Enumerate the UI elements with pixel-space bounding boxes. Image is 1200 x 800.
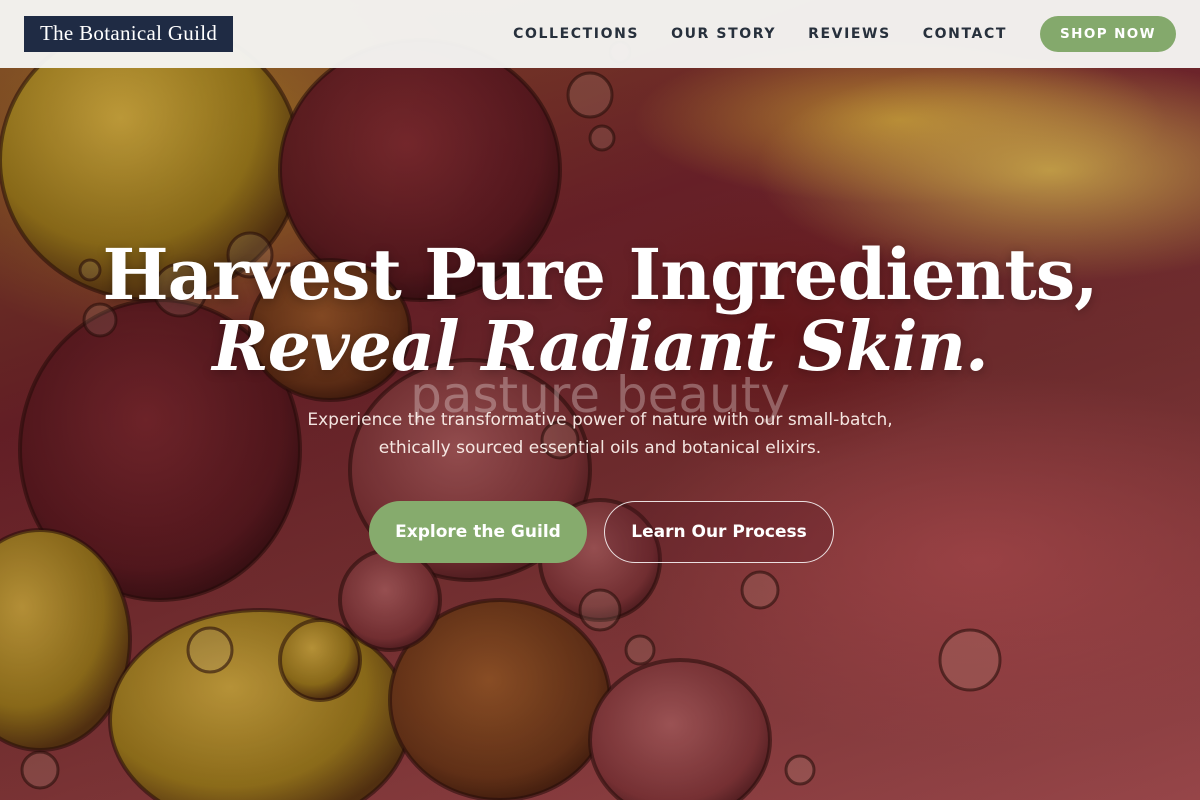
shop-now-button[interactable]: SHOP NOW (1040, 16, 1176, 52)
site-header: The Botanical Guild COLLECTIONS OUR STOR… (0, 0, 1200, 68)
brand-logo[interactable]: The Botanical Guild (24, 16, 234, 52)
learn-process-button[interactable]: Learn Our Process (604, 501, 834, 563)
hero-cta-group: Explore the Guild Learn Our Process (369, 501, 834, 563)
nav-reviews[interactable]: REVIEWS (808, 26, 891, 42)
nav-our-story[interactable]: OUR STORY (671, 26, 776, 42)
hero-subtitle: Experience the transformative power of n… (307, 410, 893, 458)
explore-guild-button[interactable]: Explore the Guild (369, 501, 587, 563)
nav-collections[interactable]: COLLECTIONS (513, 26, 639, 42)
hero-headline: Harvest Pure Ingredients, (102, 233, 1098, 316)
main-nav: COLLECTIONS OUR STORY REVIEWS CONTACT SH… (481, 16, 1176, 52)
nav-contact[interactable]: CONTACT (923, 26, 1007, 42)
